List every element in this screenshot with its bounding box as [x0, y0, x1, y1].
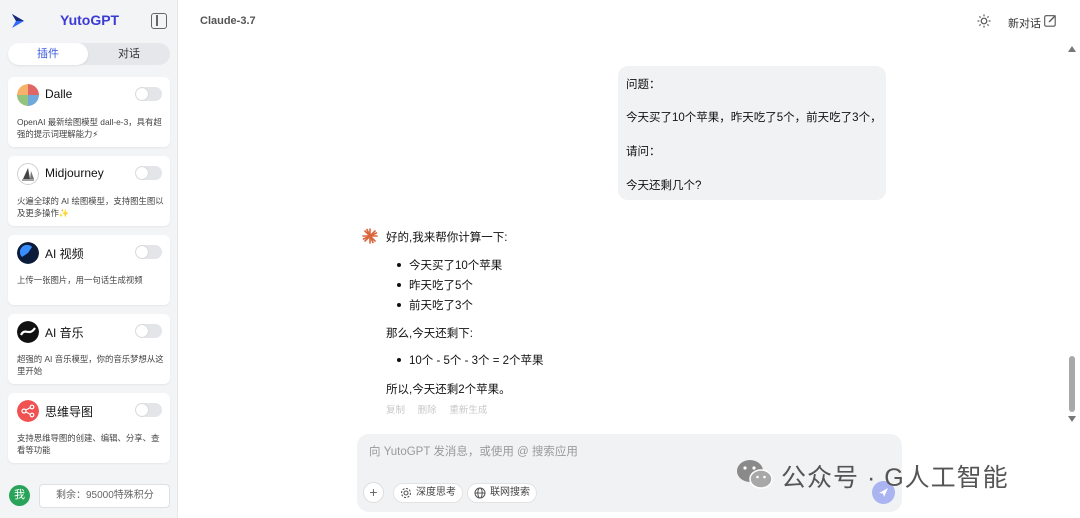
user-message-line: 今天还剩几个? [626, 180, 702, 192]
scroll-down-arrow[interactable] [1068, 416, 1076, 422]
credits-display: 剩余：95000特殊积分 [39, 484, 170, 508]
user-message-line: 问题： [626, 79, 661, 91]
logo-icon [12, 14, 24, 28]
gear-icon [400, 487, 412, 499]
tab-plugins[interactable]: 插件 [8, 43, 88, 65]
delete-button[interactable]: 删除 [418, 405, 437, 416]
watermark-text: 公众号 · G人工智能 [781, 464, 1009, 492]
plugin-description: 超强的 AI 音乐模型，你的音乐梦想从这里开始 [17, 354, 164, 376]
ai-message-conclusion: 所以,今天还剩2个苹果。 [386, 384, 511, 396]
list-bullet [397, 303, 401, 307]
ai-music-icon [17, 321, 39, 343]
plugin-toggle[interactable] [135, 87, 162, 101]
plugin-description: 火遍全球的 AI 绘图模型，支持图生图以及更多操作✨ [17, 196, 164, 218]
plugin-title: Dalle [45, 87, 73, 101]
ai-video-icon [17, 242, 39, 264]
plugin-toggle[interactable] [135, 245, 162, 259]
attach-button[interactable]: + [363, 482, 384, 503]
plugin-card-ai-music[interactable]: AI 音乐 超强的 AI 音乐模型，你的音乐梦想从这里开始 [8, 314, 170, 384]
plugin-title: Midjourney [45, 166, 104, 180]
list-bullet [397, 263, 401, 267]
avatar[interactable]: 我 [9, 485, 30, 506]
plugin-card-dalle[interactable]: Dalle OpenAI 最新绘图模型 dall-e-3，具有超强的提示词理解能… [8, 77, 170, 147]
list-item: 前天吃了3个 [409, 300, 473, 312]
model-name[interactable]: Claude-3.7 [200, 15, 256, 27]
web-search-button[interactable]: 联网搜索 [467, 483, 537, 503]
ai-message-text: 那么,今天还剩下: [386, 328, 473, 340]
user-message-line: 今天买了10个苹果，昨天吃了5个，前天吃了3个， [626, 112, 882, 124]
plugin-card-mindmap[interactable]: 思维导图 支持思维导图的创建、编辑、分享、查看等功能 [8, 393, 170, 463]
plugin-card-midjourney[interactable]: Midjourney 火遍全球的 AI 绘图模型，支持图生图以及更多操作✨ [8, 156, 170, 226]
watermark: 公众号 · G人工智能 [735, 456, 1055, 494]
globe-icon [474, 487, 486, 499]
sidebar-tabs: 插件 对话 [8, 43, 170, 65]
plugin-toggle[interactable] [135, 403, 162, 417]
wechat-icon [737, 460, 773, 489]
app-name: YutoGPT [60, 12, 120, 28]
web-search-label: 联网搜索 [490, 487, 530, 498]
claude-icon [362, 228, 378, 244]
copy-button[interactable]: 复制 [386, 405, 405, 416]
plugin-title: 思维导图 [45, 405, 94, 419]
midjourney-icon [17, 163, 39, 185]
plugin-toggle[interactable] [135, 166, 162, 180]
tab-chats[interactable]: 对话 [88, 43, 170, 65]
scroll-up-arrow[interactable] [1068, 46, 1076, 52]
plugin-title: AI 视频 [45, 247, 84, 261]
new-chat-button[interactable]: 新对话 [1008, 15, 1041, 31]
header: Claude-3.7 新对话 [178, 0, 1080, 44]
dalle-icon [17, 84, 39, 106]
edit-icon[interactable] [1044, 14, 1057, 27]
sidebar: YutoGPT 插件 对话 Dalle OpenAI 最新绘图模型 dall-e… [0, 0, 178, 518]
list-bullet [397, 358, 401, 362]
deep-think-button[interactable]: 深度思考 [393, 483, 463, 503]
plugin-description: OpenAI 最新绘图模型 dall-e-3，具有超强的提示词理解能力⚡ [17, 117, 162, 139]
list-item: 今天买了10个苹果 [409, 260, 503, 272]
collapse-sidebar-icon[interactable] [151, 13, 167, 29]
plugin-card-ai-video[interactable]: AI 视频 上传一张图片，用一句话生成视频 [8, 235, 170, 305]
plugin-toggle[interactable] [135, 324, 162, 338]
message-actions: 复制 删除 重新生成 [386, 402, 497, 416]
sun-icon[interactable] [977, 14, 991, 28]
deep-think-label: 深度思考 [416, 487, 456, 498]
plugin-title: AI 音乐 [45, 326, 84, 340]
list-item: 昨天吃了5个 [409, 280, 473, 292]
ai-message-intro: 好的,我来帮你计算一下: [386, 232, 508, 244]
list-item: 10个 - 5个 - 3个 = 2个苹果 [409, 355, 544, 367]
mindmap-icon [17, 400, 39, 422]
brand: YutoGPT [10, 10, 170, 32]
regenerate-button[interactable]: 重新生成 [449, 405, 487, 416]
scrollbar-thumb[interactable] [1069, 356, 1075, 412]
plugin-description: 上传一张图片，用一句话生成视频 [17, 275, 143, 285]
list-bullet [397, 283, 401, 287]
user-message: 问题： 今天买了10个苹果，昨天吃了5个，前天吃了3个， 请问： 今天还剩几个? [618, 66, 886, 200]
plugin-description: 支持思维导图的创建、编辑、分享、查看等功能 [17, 433, 160, 455]
user-message-line: 请问： [626, 146, 661, 158]
